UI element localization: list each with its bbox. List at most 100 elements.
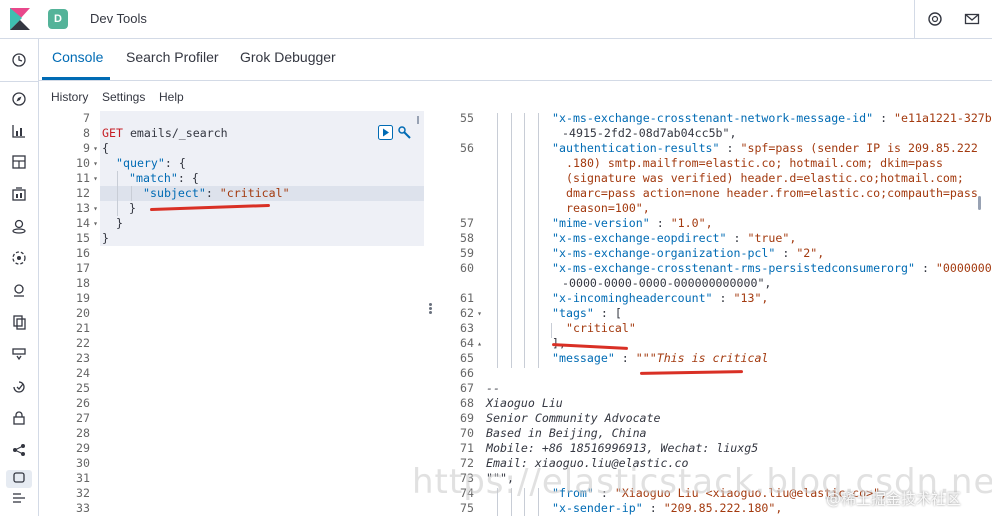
history-link[interactable]: History (51, 90, 88, 104)
pane-resizer-handle[interactable] (427, 302, 433, 320)
indent-guide (510, 233, 512, 248)
request-method: GET (102, 126, 123, 140)
indent-guide (497, 293, 498, 308)
fold-chevron-icon[interactable]: ▾ (93, 216, 98, 231)
request-path: emails/_search (129, 126, 228, 140)
line-number: 75 (460, 501, 474, 515)
brace: { (102, 141, 109, 155)
indent-guide (524, 188, 525, 203)
indent-guide (510, 158, 512, 173)
line-number: 12 (76, 186, 90, 200)
request-scrollbar[interactable] (417, 116, 419, 124)
indent-guide (524, 293, 525, 308)
console-menu: History Settings Help (39, 81, 992, 111)
security-lock-icon[interactable] (11, 410, 27, 426)
visualize-chart-icon[interactable] (11, 123, 27, 139)
tab-grok-debugger[interactable]: Grok Debugger (240, 49, 336, 65)
settings-link[interactable]: Settings (102, 90, 145, 104)
tab-console[interactable]: Console (52, 49, 103, 65)
line-number: 26 (76, 396, 90, 410)
indent-guide (510, 353, 512, 368)
indent-guide (497, 188, 498, 203)
canvas-icon[interactable] (11, 186, 27, 202)
indent-guide (497, 308, 498, 323)
ml-icon[interactable] (11, 250, 27, 266)
line-number: 32 (76, 486, 90, 500)
indent-guide (497, 503, 498, 516)
recent-clock-icon[interactable] (11, 52, 27, 68)
response-line: "mime-version" : "1.0", (552, 216, 713, 230)
indent-guide (497, 323, 498, 338)
kibana-logo-icon[interactable] (10, 8, 30, 30)
tab-search-profiler[interactable]: Search Profiler (126, 49, 219, 65)
line-number: 60 (460, 261, 474, 275)
indent-guide (537, 113, 539, 128)
fold-chevron-icon[interactable]: ▾ (93, 141, 98, 156)
response-line: "authentication-results" : "spf=pass (se… (552, 141, 978, 155)
indent-guide (497, 278, 498, 293)
space-avatar[interactable]: D (48, 9, 68, 29)
line-number: 10 (76, 156, 90, 170)
line-number: 71 (460, 441, 474, 455)
fold-chevron-icon[interactable]: ▾ (93, 171, 98, 186)
line-number: 22 (76, 336, 90, 350)
line-number: 25 (76, 381, 90, 395)
response-line: Xiaoguo Liu (486, 396, 563, 410)
indent-guide (510, 113, 512, 128)
indent-guide (537, 203, 539, 218)
fold-chevron-icon[interactable]: ▴ (477, 336, 482, 351)
request-line-13: } (129, 201, 136, 215)
red-annotation-underline (639, 370, 744, 375)
line-number: 11 (76, 171, 90, 185)
response-line: (signature was verified) header.d=elasti… (566, 171, 964, 185)
graph-icon[interactable] (11, 442, 27, 458)
request-line-11: "match": { (129, 171, 199, 185)
dev-tools-icon[interactable] (11, 472, 27, 484)
line-number: 18 (76, 276, 90, 290)
line-number: 13 (76, 201, 90, 215)
indent-guide (537, 173, 539, 188)
request-line-14: } (116, 216, 123, 230)
collapse-menu-icon[interactable] (11, 490, 27, 506)
siem-icon[interactable] (11, 282, 27, 298)
uptime-icon[interactable] (11, 378, 27, 394)
dashboard-icon[interactable] (11, 154, 27, 170)
discover-compass-icon[interactable] (11, 91, 27, 107)
request-settings-wrench-icon[interactable] (397, 125, 412, 140)
indent-guide (537, 188, 539, 203)
fold-chevron-icon[interactable]: ▾ (477, 306, 482, 321)
top-header: D Dev Tools (0, 0, 992, 39)
indent-guide (524, 158, 525, 173)
line-number: 31 (76, 471, 90, 485)
line-number: 61 (460, 291, 474, 305)
fold-chevron-icon[interactable]: ▾ (93, 156, 98, 171)
response-line: .180) smtp.mailfrom=elastic.co; hotmail.… (566, 156, 943, 170)
logs-icon[interactable] (11, 314, 27, 330)
response-line-gutter: 55 56 57 58 59 60 61 62 ▾ 63 64 ▴ 65 66 67 68 69 70 71 72 73… (436, 111, 482, 516)
response-line: "x-incomingheadercount" : "13", (552, 291, 769, 305)
response-scrollbar[interactable] (978, 196, 981, 210)
subject-key: "subject" (143, 186, 206, 200)
line-number: 27 (76, 411, 90, 425)
response-line: "x-sender-ip" : "209.85.222.180", (552, 501, 783, 515)
metrics-icon[interactable] (11, 346, 27, 362)
line-number: 69 (460, 411, 474, 425)
maps-icon[interactable] (11, 218, 27, 234)
line-number: 65 (460, 351, 474, 365)
response-line: "x-ms-exchange-crosstenant-rms-persisted… (552, 261, 992, 275)
indent-guide (537, 128, 539, 143)
indent-guide (497, 218, 498, 233)
brace: } (116, 216, 123, 230)
request-line-10: "query": { (116, 156, 186, 170)
indent-guide (537, 323, 539, 338)
newsfeed-icon[interactable] (964, 11, 980, 27)
subject-value: "critical" (219, 186, 290, 200)
fold-chevron-icon[interactable]: ▾ (93, 201, 98, 216)
indent-guide (524, 323, 525, 338)
indent-guide (510, 188, 512, 203)
indent-guide (510, 278, 512, 293)
indent-guide (524, 263, 525, 278)
help-link[interactable]: Help (159, 90, 184, 104)
help-icon[interactable] (927, 11, 943, 27)
send-request-play-icon[interactable] (378, 125, 393, 140)
